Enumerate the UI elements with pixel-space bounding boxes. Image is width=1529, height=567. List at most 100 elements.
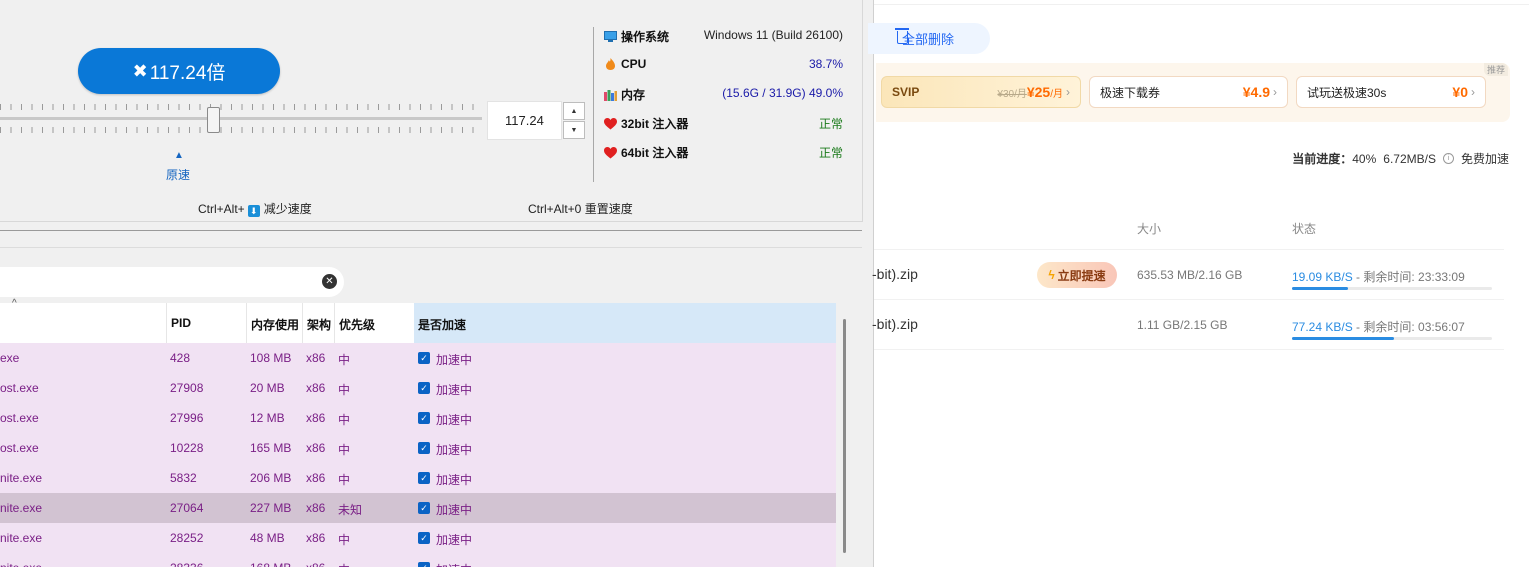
accelerate-checkbox[interactable]: ✓ xyxy=(418,412,430,424)
process-name: nite.exe xyxy=(0,471,43,485)
accelerate-checkbox[interactable]: ✓ xyxy=(418,382,430,394)
process-pid: 28336 xyxy=(170,561,203,567)
process-pid: 27996 xyxy=(170,411,204,425)
process-arch: x86 xyxy=(306,501,326,515)
speed-slider-track[interactable] xyxy=(0,117,482,120)
download-manager: 全部删除 推荐 SVIP ¥30/月 ¥25 /月 › 极速下载券 ¥4.9 ›… xyxy=(868,0,1529,567)
spin-down-button[interactable]: ▼ xyxy=(563,121,585,139)
chevron-right-icon: › xyxy=(1273,85,1277,99)
accelerate-status: 加速中 xyxy=(436,443,473,457)
accelerate-checkbox[interactable]: ✓ xyxy=(418,442,430,454)
process-priority: 未知 xyxy=(338,503,363,517)
download-status: 77.24 KB/S - 剩余时间: 03:56:07 xyxy=(1292,320,1465,334)
memory-icon xyxy=(604,89,617,101)
speed-control-panel: ✖ 117.24倍 ▲ 原速 117.24 ▲ ▼ 操作系统 Windows 11… xyxy=(0,0,863,222)
process-name: exe xyxy=(0,351,20,365)
free-boost-link[interactable]: 免费加速 xyxy=(1461,150,1509,167)
top-divider xyxy=(874,4,1529,5)
speed-slider-thumb[interactable] xyxy=(207,107,220,133)
download-size: 635.53 MB/2.16 GB xyxy=(1137,268,1243,282)
table-row[interactable]: nite.exe 27064 227 MB x86 未知 ✓ 加速中 xyxy=(0,493,836,523)
accelerate-status: 加速中 xyxy=(436,561,472,567)
process-priority: 中 xyxy=(338,473,351,487)
heart-icon xyxy=(604,117,617,129)
recommend-badge: 推荐 xyxy=(1483,63,1508,76)
download-progress-bar xyxy=(1292,287,1492,290)
table-row[interactable]: exe 428 108 MB x86 中 ✓ 加速中 xyxy=(0,343,836,373)
accelerate-status: 加速中 xyxy=(436,413,473,427)
info-mem-value: (15.6G / 31.9G) 49.0% xyxy=(722,86,843,100)
boost-now-button[interactable]: ϟ 立即提速 xyxy=(1037,262,1117,288)
trial-card[interactable]: 试玩送极速30s ¥0 › xyxy=(1296,76,1486,108)
process-arch: x86 xyxy=(306,411,326,425)
process-section: ✕ ^ PID 内存使用 架构 优先级 是否加速 exe 428 108 MB x86… xyxy=(0,247,862,567)
download-filename[interactable]: -bit).zip xyxy=(872,316,918,332)
process-mem: 165 MB xyxy=(250,441,292,455)
table-row[interactable]: ost.exe 10228 165 MB x86 中 ✓ 加速中 xyxy=(0,433,836,463)
process-priority: 中 xyxy=(338,533,351,547)
process-pid: 28252 xyxy=(170,531,204,545)
download-filename[interactable]: -bit).zip xyxy=(872,266,918,282)
accelerate-checkbox[interactable]: ✓ xyxy=(418,472,430,484)
col-header-arch[interactable]: 架构 xyxy=(307,316,331,333)
accelerate-checkbox[interactable]: ✓ xyxy=(418,562,430,567)
process-mem: 20 MB xyxy=(250,381,285,395)
process-name: nite.exe xyxy=(0,531,43,545)
sort-caret-icon[interactable]: ^ xyxy=(12,298,17,309)
table-row[interactable]: nite.exe 28336 168 MB x86 中 ✓ 加速中 xyxy=(0,553,836,567)
info-os-value: Windows 11 (Build 26100) xyxy=(703,28,843,42)
process-priority: 中 xyxy=(338,413,351,427)
clear-search-icon[interactable]: ✕ xyxy=(322,274,337,289)
accelerate-checkbox[interactable]: ✓ xyxy=(418,352,430,364)
process-arch: x86 xyxy=(306,471,326,485)
accelerate-checkbox[interactable]: ✓ xyxy=(418,532,430,544)
table-row[interactable]: ost.exe 27996 12 MB x86 中 ✓ 加速中 xyxy=(0,403,836,433)
chevron-right-icon: › xyxy=(1471,85,1475,99)
download-status: 19.09 KB/S - 剩余时间: 23:33:09 xyxy=(1292,270,1465,284)
delete-all-button[interactable]: 全部删除 xyxy=(868,23,990,54)
spin-up-button[interactable]: ▲ xyxy=(563,102,585,120)
col-header-pid[interactable]: PID xyxy=(171,316,191,330)
process-arch: x86 xyxy=(306,441,326,455)
info-cpu-label: CPU xyxy=(604,57,646,71)
svip-card[interactable]: SVIP ¥30/月 ¥25 /月 › xyxy=(881,76,1081,108)
table-row[interactable]: ost.exe 27908 20 MB x86 中 ✓ 加速中 xyxy=(0,373,836,403)
info-icon[interactable]: i xyxy=(1442,153,1454,164)
slider-ticks-top xyxy=(0,104,482,110)
accelerate-checkbox[interactable]: ✓ xyxy=(418,502,430,514)
process-search-input[interactable] xyxy=(0,267,344,297)
overall-progress: 当前进度：40% 6.72MB/S i 免费加速 xyxy=(1292,150,1509,167)
col-header-priority[interactable]: 优先级 xyxy=(339,316,375,333)
table-header: ^ PID 内存使用 架构 优先级 是否加速 xyxy=(0,298,836,343)
voucher-card[interactable]: 极速下载券 ¥4.9 › xyxy=(1089,76,1288,108)
table-row[interactable]: nite.exe 28252 48 MB x86 中 ✓ 加速中 xyxy=(0,523,836,553)
process-arch: x86 xyxy=(306,561,325,567)
process-priority: 中 xyxy=(338,443,351,457)
lightning-icon: ϟ xyxy=(1048,268,1055,282)
chevron-right-icon: › xyxy=(1066,85,1070,99)
speed-multiplier-button[interactable]: ✖ 117.24倍 xyxy=(78,48,280,94)
promo-banner: 推荐 SVIP ¥30/月 ¥25 /月 › 极速下载券 ¥4.9 › 试玩送极… xyxy=(876,63,1510,122)
vertical-divider xyxy=(593,27,594,182)
col-header-accelerated[interactable]: 是否加速 xyxy=(418,316,466,333)
overall-speed: 6.72MB/S xyxy=(1383,151,1436,166)
info-inj32-value: 正常 xyxy=(818,117,843,131)
process-table-scrollbar[interactable] xyxy=(843,319,846,553)
process-mem: 48 MB xyxy=(250,531,285,545)
process-name: nite.exe xyxy=(0,501,43,515)
hotkey-decrease: Ctrl+Alt+ ⬇ 减少速度 xyxy=(198,202,312,217)
monitor-icon xyxy=(604,30,617,42)
speed-value-input[interactable]: 117.24 xyxy=(487,101,562,140)
flame-icon xyxy=(606,58,615,70)
table-row[interactable]: nite.exe 5832 206 MB x86 中 ✓ 加速中 xyxy=(0,463,836,493)
hotkey-reset: Ctrl+Alt+0 重置速度 xyxy=(528,202,633,216)
process-pid: 10228 xyxy=(170,441,204,455)
col-header-mem[interactable]: 内存使用 xyxy=(251,316,299,333)
info-mem-label: 内存 xyxy=(604,86,645,103)
download-size: 1.11 GB/2.15 GB xyxy=(1137,318,1228,332)
process-mem: 227 MB xyxy=(250,501,292,515)
origin-speed-label[interactable]: 原速 xyxy=(166,166,190,183)
download-progress-bar xyxy=(1292,337,1492,340)
process-pid: 27064 xyxy=(170,501,204,515)
accelerate-status: 加速中 xyxy=(436,383,473,397)
